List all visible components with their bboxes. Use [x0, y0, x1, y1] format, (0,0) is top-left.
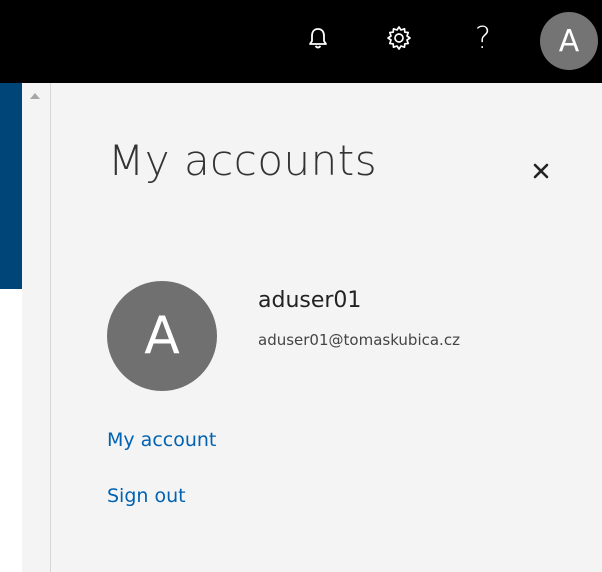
nav-accent-block	[0, 83, 22, 289]
background-page	[0, 83, 22, 572]
user-email: aduser01@tomaskubica.cz	[258, 331, 460, 349]
gear-icon	[387, 26, 411, 50]
avatar-initial: A	[558, 23, 580, 59]
my-accounts-panel: My accounts A aduser01 aduser01@tomaskub…	[51, 83, 602, 572]
scrollbar[interactable]	[22, 83, 51, 572]
user-avatar-initial: A	[144, 306, 180, 366]
account-avatar-button[interactable]: A	[540, 12, 598, 70]
help-icon: ?	[475, 20, 491, 56]
panel-title: My accounts	[108, 136, 378, 185]
user-name: aduser01	[258, 288, 362, 313]
help-button[interactable]: ?	[463, 18, 503, 58]
scroll-up-arrow-icon[interactable]	[30, 93, 40, 99]
top-bar: ? A	[0, 0, 602, 83]
notifications-button[interactable]	[298, 18, 338, 58]
sign-out-link[interactable]: Sign out	[107, 485, 186, 507]
settings-button[interactable]	[379, 18, 419, 58]
my-account-link[interactable]: My account	[107, 429, 216, 451]
user-avatar: A	[107, 281, 217, 391]
bell-icon	[309, 28, 327, 49]
close-button[interactable]	[527, 157, 555, 185]
close-icon	[533, 163, 549, 179]
